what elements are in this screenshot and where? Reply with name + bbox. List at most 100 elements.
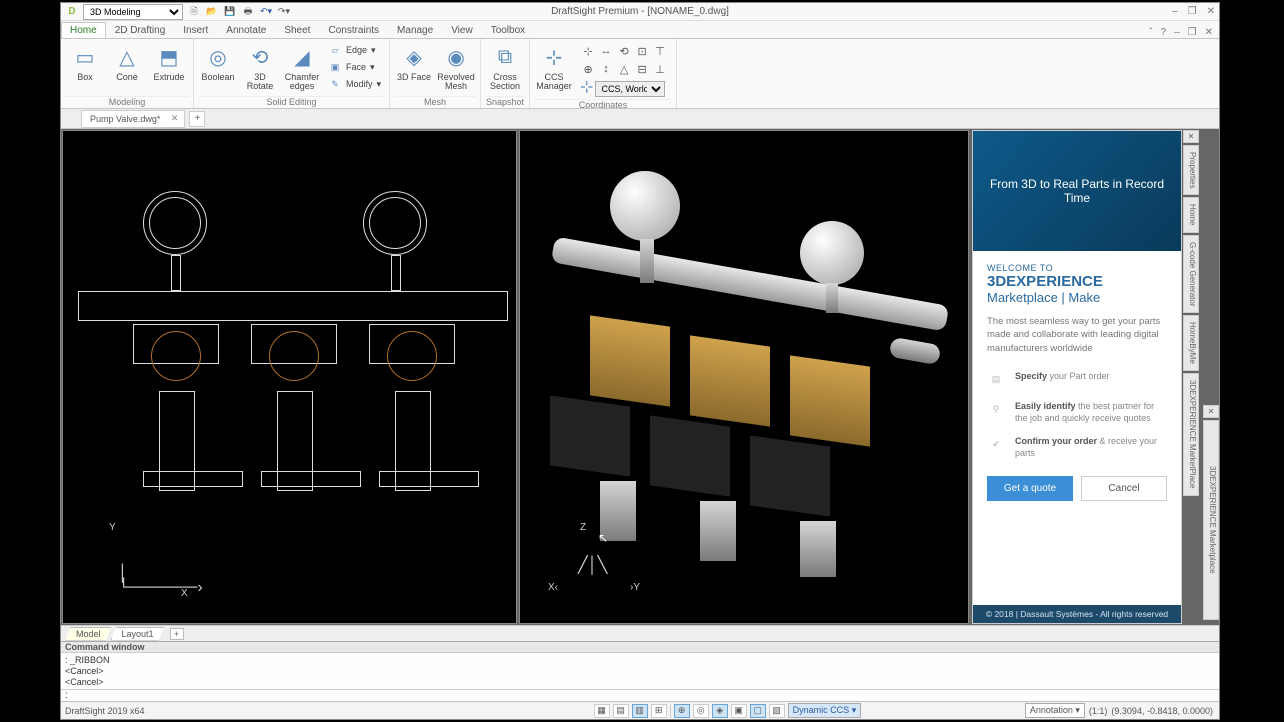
status-coords: (9.3094, -0.8418, 0.0000) <box>1111 706 1213 716</box>
status-toggle-9[interactable]: ▧ <box>769 704 785 718</box>
viewport-3d[interactable]: Z ╱│╲ X‹ ›Y ↖ <box>519 130 969 624</box>
undo-icon[interactable]: ↶▾ <box>259 5 273 19</box>
tab-2d-drafting[interactable]: 2D Drafting <box>106 22 175 38</box>
quick-access-toolbar: 🗎 📂 💾 🖶 ↶▾ ↷▾ <box>187 5 291 19</box>
ccs-prev-icon[interactable]: ⊟ <box>634 61 650 77</box>
panel-close-icon[interactable]: ✕ <box>1183 130 1199 143</box>
help-icon[interactable]: ? <box>1161 27 1167 38</box>
ribbon-label-coordinates: Coordinates <box>534 99 672 110</box>
ccs-named-icon[interactable]: ⊹ <box>580 77 593 97</box>
file-tab[interactable]: Pump Valve.dwg*✕ <box>81 110 185 128</box>
cross-section-icon: ⧉ <box>491 43 519 71</box>
tab-insert[interactable]: Insert <box>174 22 217 38</box>
face-button[interactable]: ▣Face ▾ <box>326 59 383 75</box>
sheet-tab-layout1[interactable]: Layout1 <box>111 627 165 641</box>
cross-section-button[interactable]: ⧉Cross Section <box>485 41 525 93</box>
ccs-manager-button[interactable]: ⊹CCS Manager <box>534 41 574 93</box>
save-icon[interactable]: 💾 <box>223 5 237 19</box>
vtab-gcode[interactable]: G-code Generator <box>1183 235 1199 313</box>
chamfer-icon: ◢ <box>288 43 316 71</box>
close-button[interactable]: ✕ <box>1207 6 1215 17</box>
viewport-2d[interactable]: │ Y └──────› X <box>62 130 517 624</box>
ccs-top-icon[interactable]: ⊤ <box>652 43 668 59</box>
panel2-close-icon[interactable]: ✕ <box>1203 405 1219 418</box>
ribbon-group-modeling: ▭Box △Cone ⬒Extrude Modeling <box>61 39 194 108</box>
extrude-button[interactable]: ⬒Extrude <box>149 41 189 84</box>
new-tab-button[interactable]: + <box>189 111 205 127</box>
3d-rotate-button[interactable]: ⟲3D Rotate <box>240 41 280 93</box>
file-tab-close-icon[interactable]: ✕ <box>171 113 179 124</box>
axis-x-label-3d: X‹ <box>548 582 558 593</box>
vtab-homebyme[interactable]: HomeByMe <box>1183 315 1199 371</box>
status-toggle-3[interactable]: ⊞ <box>651 704 667 718</box>
command-prompt: : <box>65 690 68 701</box>
tab-home[interactable]: Home <box>61 22 106 38</box>
vtab-marketplace-2[interactable]: 3DEXPERIENCE Marketplace <box>1203 420 1219 620</box>
cancel-button[interactable]: Cancel <box>1081 476 1167 501</box>
axis-y-label-3d: ›Y <box>630 582 640 593</box>
box-button[interactable]: ▭Box <box>65 41 105 84</box>
ribbon-group-snapshot: ⧉Cross Section Snapshot <box>481 39 530 108</box>
feature-identify: ⚲ Easily identify the best partner for t… <box>973 395 1181 430</box>
workspace-dropdown[interactable]: 3D Modeling <box>83 4 183 20</box>
ribbon-minimize-icon[interactable]: ˇ <box>1149 27 1152 38</box>
doc-minimize-icon[interactable]: – <box>1174 27 1180 38</box>
status-toggle-8[interactable]: ▢ <box>750 704 766 718</box>
get-quote-button[interactable]: Get a quote <box>987 476 1073 501</box>
open-file-icon[interactable]: 📂 <box>205 5 219 19</box>
ccs-rot-icon[interactable]: ⟲ <box>616 43 632 59</box>
boolean-button[interactable]: ◎Boolean <box>198 41 238 84</box>
ccs-world-icon[interactable]: ⊹ <box>580 43 596 59</box>
status-version: DraftSight 2019 x64 <box>65 706 145 716</box>
maximize-button[interactable]: ❐ <box>1188 6 1197 17</box>
tab-sheet[interactable]: Sheet <box>275 22 319 38</box>
vtab-properties[interactable]: Properties <box>1183 145 1199 195</box>
revolved-mesh-button[interactable]: ◉Revolved Mesh <box>436 41 476 93</box>
doc-close-icon[interactable]: ✕ <box>1205 27 1213 38</box>
ccs-view-icon[interactable]: ⊡ <box>634 43 650 59</box>
vertical-tabs: ✕ Properties Home G-code Generator HomeB… <box>1183 130 1199 624</box>
tab-toolbox[interactable]: Toolbox <box>482 22 534 38</box>
redo-icon[interactable]: ↷▾ <box>277 5 291 19</box>
ccs-y-icon[interactable]: ↕ <box>598 61 614 77</box>
status-toggle-0[interactable]: ▦ <box>594 704 610 718</box>
print-icon[interactable]: 🖶 <box>241 5 255 19</box>
app-window: D 3D Modeling 🗎 📂 💾 🖶 ↶▾ ↷▾ DraftSight P… <box>60 2 1220 720</box>
ribbon: ▭Box △Cone ⬒Extrude Modeling ◎Boolean ⟲3… <box>61 39 1219 109</box>
3dface-button[interactable]: ◈3D Face <box>394 41 434 84</box>
status-toggle-5[interactable]: ◎ <box>693 704 709 718</box>
tab-view[interactable]: View <box>442 22 482 38</box>
status-toggle-1[interactable]: ▤ <box>613 704 629 718</box>
annotation-dropdown[interactable]: Annotation ▾ <box>1025 703 1085 718</box>
dynamic-ccs-dropdown[interactable]: Dynamic CCS ▾ <box>788 703 862 718</box>
minimize-button[interactable]: – <box>1172 6 1178 17</box>
tab-annotate[interactable]: Annotate <box>217 22 275 38</box>
status-toggle-2[interactable]: ▥ <box>632 704 648 718</box>
tab-constraints[interactable]: Constraints <box>319 22 388 38</box>
ribbon-group-coordinates: ⊹CCS Manager ⊹↔⟲⊡⊤ ⊕↕△⊟⊥ ⊹ CCS, World Co… <box>530 39 677 108</box>
chamfer-edges-button[interactable]: ◢Chamfer edges <box>282 41 322 93</box>
vtab-home[interactable]: Home <box>1183 197 1199 232</box>
ccs-x-icon[interactable]: ↔ <box>598 43 614 59</box>
command-input-row[interactable]: : <box>61 689 1219 701</box>
status-toggle-4[interactable]: ⊕ <box>674 704 690 718</box>
tab-manage[interactable]: Manage <box>388 22 442 38</box>
file-tab-strip: Pump Valve.dwg*✕ + <box>61 109 1219 129</box>
cone-button[interactable]: △Cone <box>107 41 147 84</box>
sheet-add-button[interactable]: + <box>170 628 184 640</box>
sheet-tabs: Model Layout1 + <box>61 625 1219 641</box>
edge-button[interactable]: ▱Edge ▾ <box>326 42 383 58</box>
ccs-3p-icon[interactable]: △ <box>616 61 632 77</box>
sheet-tab-model[interactable]: Model <box>65 627 112 641</box>
ccs-dropdown[interactable]: CCS, World <box>595 81 665 97</box>
vtab-marketplace[interactable]: 3DEXPERIENCE MarketPlace <box>1183 373 1199 495</box>
face-icon: ▣ <box>328 60 342 74</box>
status-toggle-7[interactable]: ▣ <box>731 704 747 718</box>
modify-button[interactable]: ✎Modify ▾ <box>326 76 383 92</box>
new-file-icon[interactable]: 🗎 <box>187 5 201 19</box>
ribbon-group-solid-editing: ◎Boolean ⟲3D Rotate ◢Chamfer edges ▱Edge… <box>194 39 390 108</box>
ccs-origin-icon[interactable]: ⊕ <box>580 61 596 77</box>
status-toggle-6[interactable]: ◈ <box>712 704 728 718</box>
doc-maximize-icon[interactable]: ❐ <box>1188 27 1197 38</box>
ccs-z-icon[interactable]: ⊥ <box>652 61 668 77</box>
